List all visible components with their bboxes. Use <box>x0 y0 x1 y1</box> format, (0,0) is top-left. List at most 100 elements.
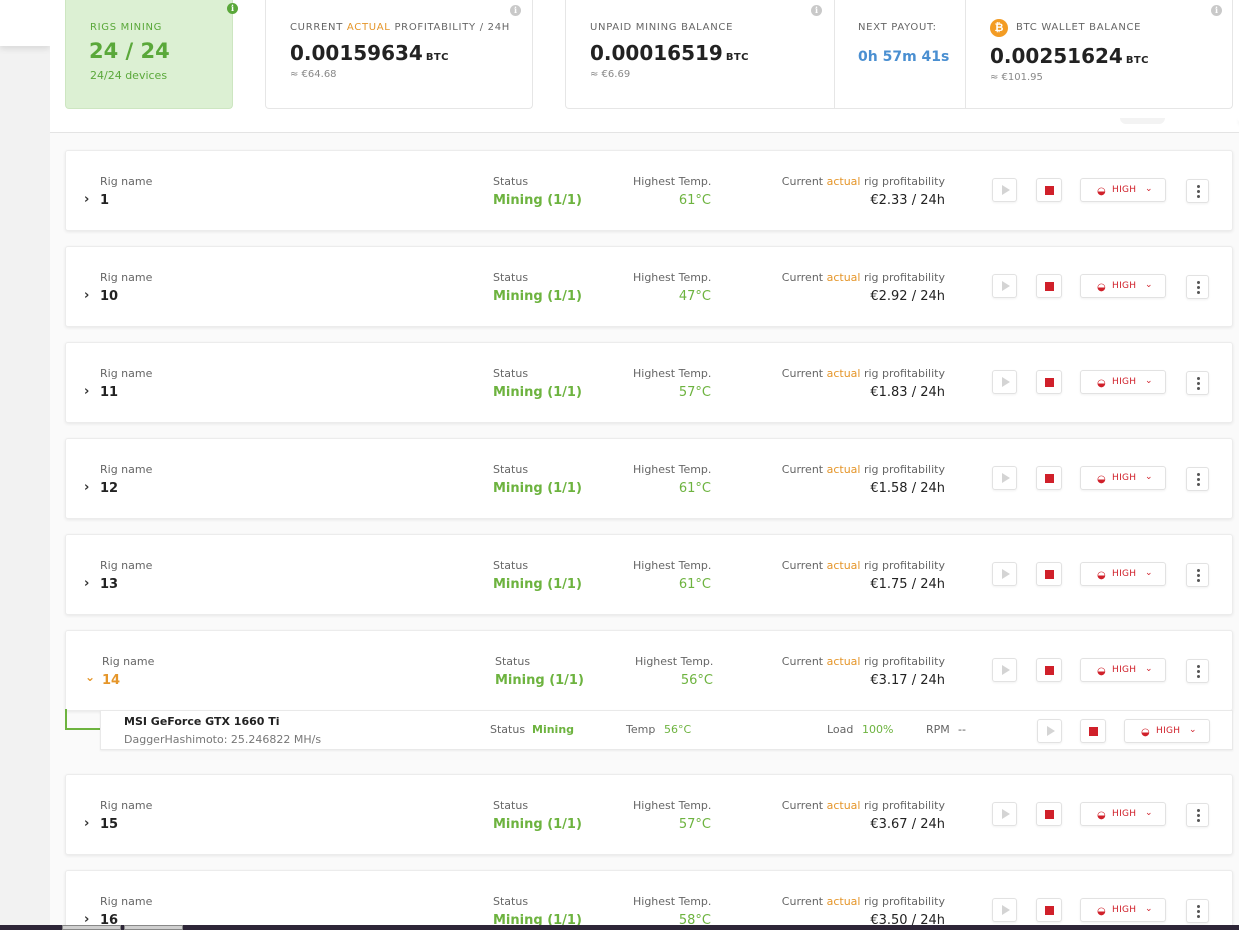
rig-row-expanded[interactable]: ⌄ Rig name 14 Status Mining (1/1) Highes… <box>65 630 1233 711</box>
rig-row[interactable]: › Rig name 10 Status Mining (1/1) Highes… <box>65 246 1233 327</box>
more-options-button[interactable] <box>1186 659 1209 683</box>
power-mode-dropdown[interactable]: ◒ HIGH ⌄ <box>1080 370 1166 394</box>
device-name: MSI GeForce GTX 1660 Ti <box>124 715 280 728</box>
play-icon <box>1047 726 1055 736</box>
start-button[interactable] <box>992 658 1017 682</box>
info-icon[interactable]: i <box>510 5 521 16</box>
rig-name[interactable]: 15 <box>100 817 118 832</box>
device-status: Mining <box>532 723 575 736</box>
profit-label: Current actual rig profitability <box>781 799 945 812</box>
stop-button[interactable] <box>1036 802 1062 826</box>
stop-button[interactable] <box>1036 466 1062 490</box>
profit-label-prefix: Current <box>781 799 827 812</box>
more-options-button[interactable] <box>1186 563 1209 587</box>
stop-button[interactable] <box>1036 562 1062 586</box>
info-icon[interactable]: i <box>227 3 238 14</box>
stop-icon <box>1045 666 1054 675</box>
rig-row[interactable]: › Rig name 12 Status Mining (1/1) Highes… <box>65 438 1233 519</box>
start-button[interactable] <box>992 898 1017 922</box>
device-start-button[interactable] <box>1037 719 1062 743</box>
power-mode-dropdown[interactable]: ◒ HIGH ⌄ <box>1080 178 1166 202</box>
power-mode-dropdown[interactable]: ◒ HIGH ⌄ <box>1080 562 1166 586</box>
play-icon <box>1002 665 1010 675</box>
rig-temp: 61°C <box>678 193 711 208</box>
device-stop-button[interactable] <box>1080 719 1106 743</box>
stop-button[interactable] <box>1036 178 1062 202</box>
chevron-right-icon[interactable]: › <box>84 289 94 302</box>
stop-icon <box>1045 906 1054 915</box>
rig-name[interactable]: 14 <box>102 673 120 688</box>
start-button[interactable] <box>992 274 1017 298</box>
rig-name[interactable]: 11 <box>100 385 118 400</box>
rig-temp: 61°C <box>678 577 711 592</box>
more-options-button[interactable] <box>1186 371 1209 395</box>
more-options-button[interactable] <box>1186 899 1209 923</box>
kebab-menu-icon <box>1197 665 1200 668</box>
rig-name[interactable]: 12 <box>100 481 118 496</box>
taskbar-button[interactable] <box>62 925 121 930</box>
rig-row[interactable]: › Rig name 11 Status Mining (1/1) Highes… <box>65 342 1233 423</box>
profit-label-accent: actual <box>826 175 861 188</box>
profit-label-suffix: rig profitability <box>860 463 945 476</box>
profit-label-accent: actual <box>826 463 861 476</box>
power-mode-dropdown[interactable]: ◒ HIGH ⌄ <box>1080 898 1166 922</box>
chevron-right-icon[interactable]: › <box>84 817 94 830</box>
more-options-button[interactable] <box>1186 179 1209 203</box>
decorative-edge <box>1120 118 1165 124</box>
power-mode-dropdown[interactable]: ◒ HIGH ⌄ <box>1080 658 1166 682</box>
stop-button[interactable] <box>1036 274 1062 298</box>
power-mode-dropdown[interactable]: ◒ HIGH ⌄ <box>1080 466 1166 490</box>
profit-label-accent: actual <box>826 271 861 284</box>
power-mode-label: HIGH <box>1112 569 1137 579</box>
taskbar-button[interactable] <box>124 925 183 930</box>
more-options-button[interactable] <box>1186 275 1209 299</box>
info-icon[interactable]: i <box>811 5 822 16</box>
divider <box>834 0 835 108</box>
stats-header: RIGS MINING 24 / 24 24/24 devices i CURR… <box>50 0 1239 133</box>
device-tree-connector <box>65 709 101 730</box>
rig-profit: €2.92 / 24h <box>870 289 945 304</box>
gauge-icon: ◒ <box>1097 906 1106 917</box>
chevron-down-icon[interactable]: ⌄ <box>85 671 95 683</box>
stop-button[interactable] <box>1036 898 1062 922</box>
power-mode-dropdown[interactable]: ◒ HIGH ⌄ <box>1080 274 1166 298</box>
start-button[interactable] <box>992 370 1017 394</box>
rig-name[interactable]: 10 <box>100 289 118 304</box>
start-button[interactable] <box>992 178 1017 202</box>
rig-row[interactable]: › Rig name 1 Status Mining (1/1) Highest… <box>65 150 1233 231</box>
temp-label: Highest Temp. <box>633 367 712 380</box>
profitability-unit: BTC <box>425 52 449 63</box>
start-button[interactable] <box>992 466 1017 490</box>
chevron-right-icon[interactable]: › <box>84 385 94 398</box>
next-payout-label: NEXT PAYOUT: <box>858 22 937 33</box>
info-icon[interactable]: i <box>1211 5 1222 16</box>
start-button[interactable] <box>992 802 1017 826</box>
power-mode-dropdown[interactable]: ◒ HIGH ⌄ <box>1080 802 1166 826</box>
btc-wallet-unit: BTC <box>1125 55 1149 66</box>
rig-row[interactable]: › Rig name 13 Status Mining (1/1) Highes… <box>65 534 1233 615</box>
play-icon <box>1002 377 1010 387</box>
unpaid-balance-fiat: ≈ €6.69 <box>590 69 631 80</box>
rig-profit: €1.83 / 24h <box>870 385 945 400</box>
more-options-button[interactable] <box>1186 467 1209 491</box>
profit-label: Current actual rig profitability <box>781 559 945 572</box>
chevron-right-icon[interactable]: › <box>84 481 94 494</box>
chevron-right-icon[interactable]: › <box>84 577 94 590</box>
device-row[interactable]: MSI GeForce GTX 1660 Ti DaggerHashimoto:… <box>100 710 1233 750</box>
left-tab[interactable] <box>0 0 50 46</box>
start-button[interactable] <box>992 562 1017 586</box>
chevron-down-icon: ⌄ <box>1145 376 1153 386</box>
rig-row[interactable]: › Rig name 16 Status Mining (1/1) Highes… <box>65 870 1233 930</box>
rig-row[interactable]: › Rig name 15 Status Mining (1/1) Highes… <box>65 774 1233 855</box>
rig-name[interactable]: 1 <box>100 193 109 208</box>
rig-name-label: Rig name <box>100 367 153 380</box>
stop-button[interactable] <box>1036 658 1062 682</box>
chevron-right-icon[interactable]: › <box>84 193 94 206</box>
temp-label: Highest Temp. <box>633 175 712 188</box>
device-power-mode-dropdown[interactable]: ◒ HIGH ⌄ <box>1124 719 1210 743</box>
more-options-button[interactable] <box>1186 803 1209 827</box>
stop-button[interactable] <box>1036 370 1062 394</box>
rig-name[interactable]: 13 <box>100 577 118 592</box>
rig-name-label: Rig name <box>100 271 153 284</box>
profit-label: Current actual rig profitability <box>781 895 945 908</box>
